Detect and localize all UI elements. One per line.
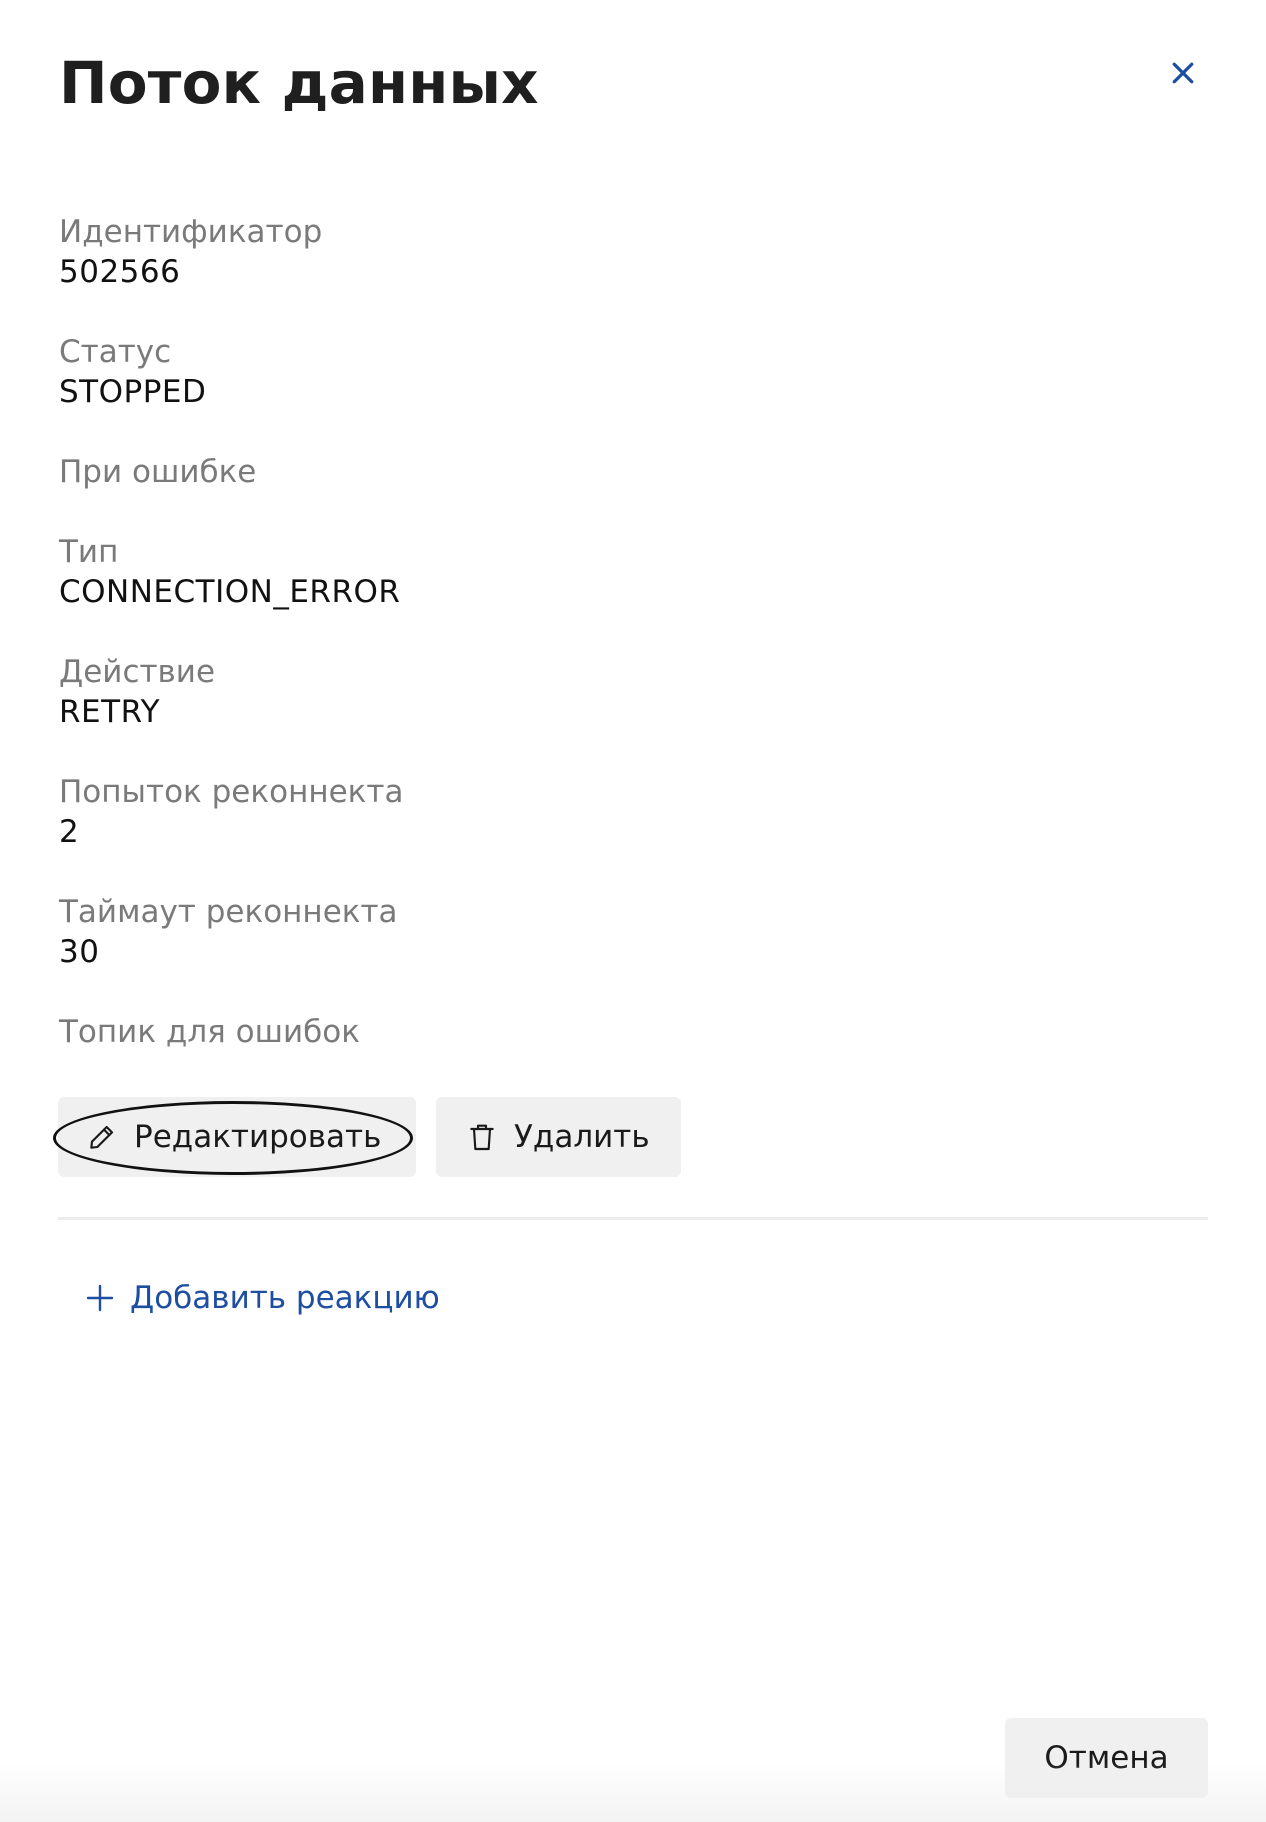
field-status-label: Статус xyxy=(59,334,172,370)
delete-button-label: Удалить xyxy=(514,1119,650,1155)
add-reaction-label: Добавить реакцию xyxy=(130,1280,440,1316)
field-action-label: Действие xyxy=(59,654,216,690)
page-title: Поток данных xyxy=(59,49,539,117)
field-type: Тип CONNECTION_ERROR xyxy=(59,532,1059,612)
close-button[interactable] xyxy=(1160,50,1206,96)
cancel-button[interactable]: Отмена xyxy=(1005,1718,1208,1798)
field-id-value: 502566 xyxy=(59,254,181,290)
field-action-value: RETRY xyxy=(59,694,161,730)
trash-icon xyxy=(466,1121,498,1153)
field-error-topic-label: Топик для ошибок xyxy=(59,1014,360,1050)
field-reconnect-attempts: Попыток реконнекта 2 xyxy=(59,772,1059,852)
pencil-icon xyxy=(86,1121,118,1153)
plus-icon xyxy=(84,1282,116,1314)
edit-button[interactable]: Редактировать xyxy=(53,1097,416,1177)
field-id-label: Идентификатор xyxy=(59,214,323,250)
field-status: Статус STOPPED xyxy=(59,332,1059,412)
divider xyxy=(58,1217,1208,1220)
field-error-topic: Топик для ошибок xyxy=(59,1012,1059,1052)
field-reconnect-attempts-label: Попыток реконнекта xyxy=(59,774,404,810)
field-type-value: CONNECTION_ERROR xyxy=(59,574,401,610)
field-reconnect-timeout: Таймаут реконнекта 30 xyxy=(59,892,1059,972)
reaction-actions: Редактировать Удалить xyxy=(53,1097,681,1177)
add-reaction-link[interactable]: Добавить реакцию xyxy=(84,1280,440,1316)
field-reconnect-timeout-value: 30 xyxy=(59,934,100,970)
section-on-error-label: При ошибке xyxy=(59,454,257,490)
field-type-label: Тип xyxy=(59,534,119,570)
delete-button[interactable]: Удалить xyxy=(436,1097,681,1177)
details-list: Идентификатор 502566 Статус STOPPED При … xyxy=(59,212,1059,1052)
field-reconnect-attempts-value: 2 xyxy=(59,814,80,850)
field-id: Идентификатор 502566 xyxy=(59,212,1059,292)
section-on-error: При ошибке xyxy=(59,452,1059,492)
field-action: Действие RETRY xyxy=(59,652,1059,732)
data-stream-panel: Поток данных Идентификатор 502566 Статус… xyxy=(0,0,1266,1822)
close-icon xyxy=(1168,58,1198,88)
edit-button-label: Редактировать xyxy=(134,1119,382,1155)
field-reconnect-timeout-label: Таймаут реконнекта xyxy=(59,894,398,930)
field-status-value: STOPPED xyxy=(59,374,207,410)
